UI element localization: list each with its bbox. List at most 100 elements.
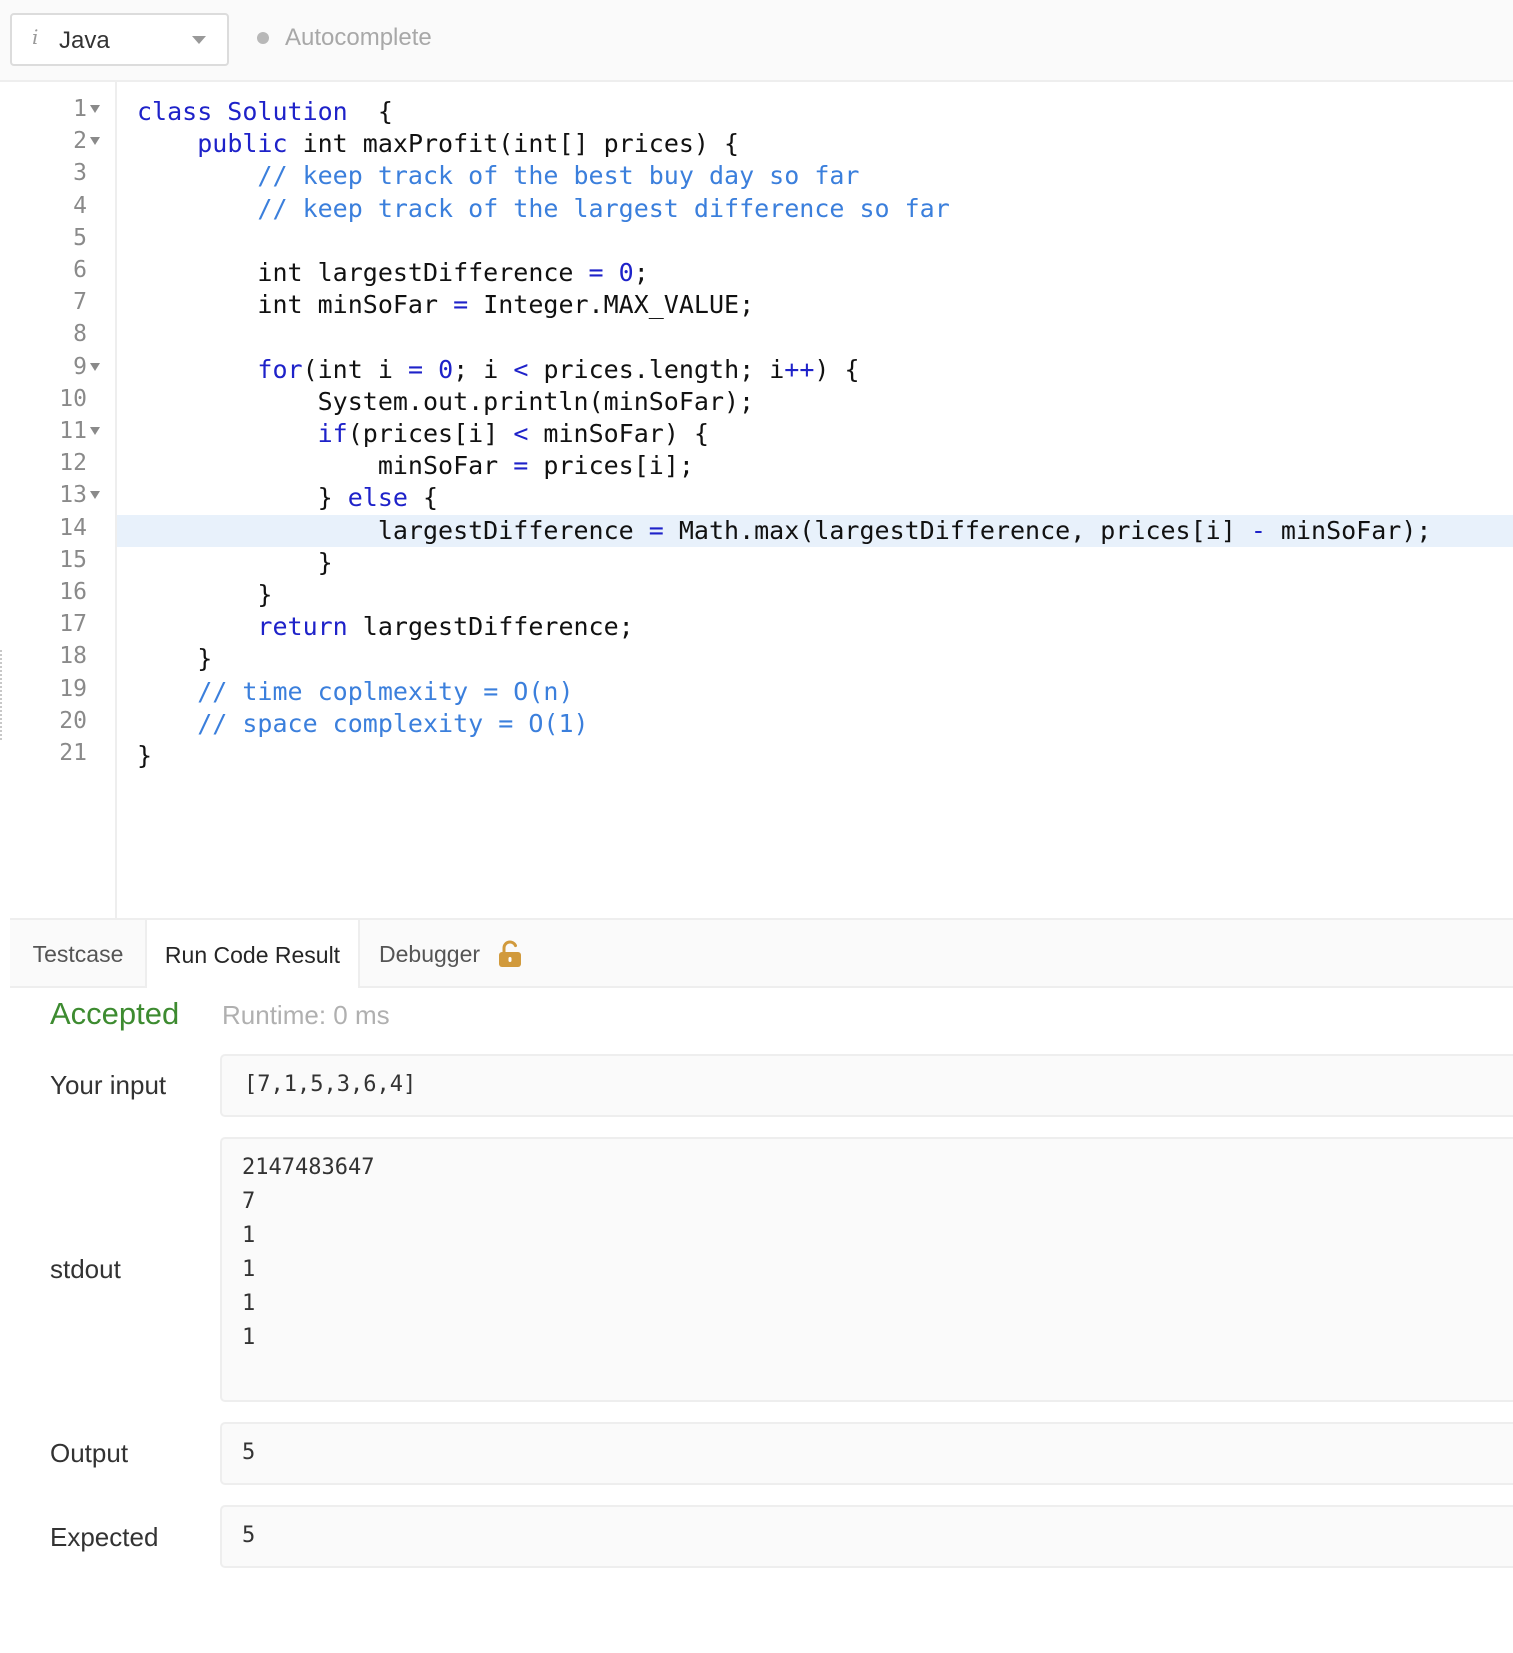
- line-number-text: 2: [73, 128, 87, 155]
- line-number: 14: [10, 515, 117, 547]
- resize-handle[interactable]: [0, 650, 3, 740]
- code-token: prices[i];: [528, 451, 694, 481]
- input-label: Your input: [50, 1070, 167, 1100]
- line-number: 4: [10, 193, 117, 225]
- line-number-text: 18: [59, 643, 87, 670]
- code-line[interactable]: // time coplmexity = O(n): [117, 676, 1513, 708]
- line-number-text: 15: [59, 546, 87, 573]
- fold-arrow-icon[interactable]: [90, 427, 100, 435]
- output-label: Output: [50, 1438, 129, 1468]
- code-line[interactable]: class Solution {: [117, 96, 1513, 128]
- code-token: =: [588, 258, 604, 287]
- tab-run-code-result[interactable]: Run Code Result: [145, 920, 360, 990]
- stdout-box: 2147483647 7 1 1 1 1: [220, 1137, 1513, 1402]
- line-number-text: 16: [59, 579, 87, 605]
- stdout-line: 1: [242, 1325, 256, 1350]
- code-line[interactable]: }: [117, 547, 1513, 579]
- code-token: class Solution: [137, 97, 348, 126]
- code-token: (prices[i]: [347, 419, 514, 448]
- code-token: =: [513, 451, 529, 481]
- fold-arrow-icon[interactable]: [90, 105, 100, 113]
- tab-testcase[interactable]: Testcase: [10, 920, 146, 988]
- line-number: 16: [10, 579, 117, 611]
- code-token: for: [257, 354, 303, 384]
- code-token: int largestDifference: [137, 258, 589, 287]
- code-token: minSoFar) {: [528, 419, 709, 448]
- tab-debugger-label: Debugger: [379, 940, 481, 967]
- code-line[interactable]: // keep track of the best buy day so far: [117, 160, 1513, 192]
- line-number: 20: [10, 708, 117, 740]
- line-number: 7: [10, 289, 117, 321]
- code-token: 0: [618, 258, 634, 287]
- line-number-text: 5: [73, 224, 87, 251]
- code-line[interactable]: }: [117, 643, 1513, 675]
- language-select[interactable]: i Java: [10, 13, 229, 66]
- code-line[interactable]: // keep track of the largest difference …: [117, 193, 1513, 225]
- code-token: Integer.MAX_VALUE;: [468, 290, 755, 320]
- fold-arrow-icon[interactable]: [90, 137, 100, 146]
- info-icon: i: [32, 25, 39, 49]
- line-number-text: 20: [59, 707, 87, 734]
- line-number: 3: [10, 160, 117, 192]
- code-area[interactable]: class Solution { public int maxProfit(in…: [117, 82, 1513, 920]
- line-number: 2: [10, 128, 117, 160]
- stdout-line: 1: [242, 1223, 256, 1248]
- code-line[interactable]: return largestDifference;: [117, 611, 1513, 643]
- code-editor[interactable]: 1 2 3 4 5 6 7 8 9 10 11 12 13 14 15 16 17 18 19 20 21 class …: [10, 82, 1513, 920]
- expected-label: Expected: [50, 1522, 159, 1552]
- code-line[interactable]: } else {: [117, 482, 1513, 514]
- code-token: {: [347, 97, 393, 126]
- code-line[interactable]: System.out.println(minSoFar);: [117, 386, 1513, 418]
- code-line[interactable]: // space complexity = O(1): [117, 708, 1513, 740]
- code-line[interactable]: largestDifference = Math.max(largestDiff…: [117, 514, 1513, 547]
- tab-debugger[interactable]: Debugger: [379, 920, 579, 988]
- code-line[interactable]: int minSoFar = Integer.MAX_VALUE;: [117, 289, 1513, 321]
- line-number: 10: [10, 386, 117, 418]
- code-line[interactable]: for(int i = 0; i < prices.length; i++) {: [117, 354, 1513, 386]
- code-token: else: [347, 483, 408, 513]
- code-token: }: [137, 483, 348, 513]
- fold-arrow-icon[interactable]: [90, 362, 100, 371]
- code-token: int minSoFar: [137, 290, 454, 320]
- code-line[interactable]: }: [117, 579, 1513, 611]
- line-number: 12: [10, 450, 117, 482]
- line-number-text: 8: [73, 321, 87, 348]
- line-number-gutter: 1 2 3 4 5 6 7 8 9 10 11 12 13 14 15 16 17 18 19 20 21: [10, 82, 117, 920]
- line-number-text: 9: [73, 353, 87, 380]
- code-token: // time coplmexity = O(n): [197, 676, 574, 706]
- line-number-text: 3: [73, 160, 87, 187]
- code-line[interactable]: int largestDifference = 0;: [117, 257, 1513, 289]
- line-number: 9: [10, 354, 117, 386]
- line-number: 19: [10, 676, 117, 708]
- code-line[interactable]: }: [117, 740, 1513, 772]
- code-line[interactable]: if(prices[i] < minSoFar) {: [117, 418, 1513, 450]
- fold-arrow-icon[interactable]: [90, 491, 100, 500]
- line-number-text: 7: [73, 289, 87, 316]
- line-number: 11: [10, 418, 117, 450]
- stdout-line: 2147483647: [242, 1155, 375, 1180]
- code-token: ;: [633, 258, 649, 287]
- line-number: 15: [10, 547, 117, 579]
- code-line[interactable]: [117, 225, 1513, 257]
- line-number: 13: [10, 482, 117, 514]
- autocomplete-toggle[interactable]: Autocomplete: [257, 24, 432, 52]
- input-value-box: [7,1,5,3,6,4]: [220, 1054, 1513, 1117]
- line-number: 17: [10, 611, 117, 643]
- code-token: {: [407, 483, 439, 513]
- line-number-text: 21: [59, 740, 87, 766]
- code-line[interactable]: minSoFar = prices[i];: [117, 450, 1513, 482]
- code-line[interactable]: public int maxProfit(int[] prices) {: [117, 128, 1513, 160]
- language-label: Java: [59, 27, 110, 54]
- code-token: ; i: [453, 354, 514, 384]
- code-token: 0: [438, 354, 454, 384]
- code-token: // space complexity = O(1): [197, 708, 589, 738]
- code-line[interactable]: [117, 321, 1513, 353]
